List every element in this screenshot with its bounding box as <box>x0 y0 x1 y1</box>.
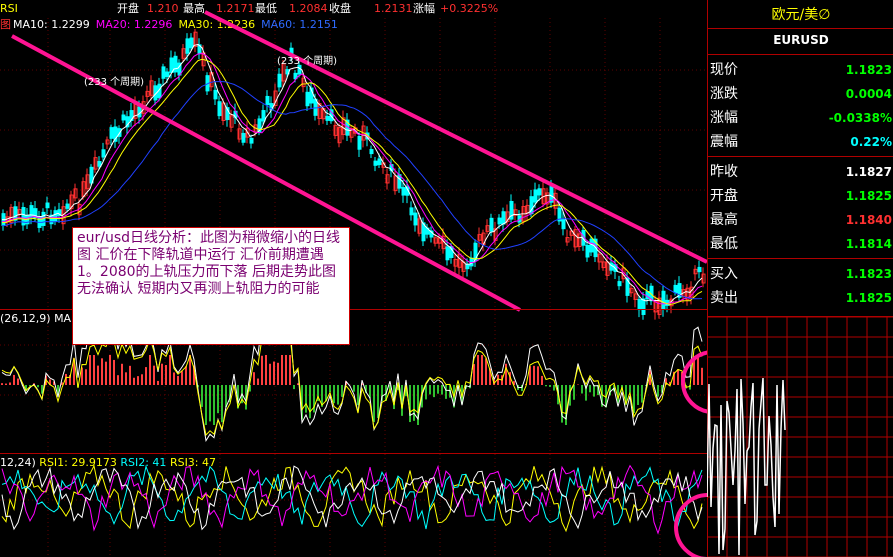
rsi-params: 12,24) <box>0 456 36 469</box>
candle-body <box>261 110 266 122</box>
candle-body <box>53 210 58 222</box>
candle-body <box>45 202 50 209</box>
quote-row: 涨幅 -0.0338% <box>708 106 893 130</box>
quote-row-value: 1.1827 <box>845 165 892 179</box>
quote-row-label: 昨收 <box>710 164 738 180</box>
candle-body <box>409 207 414 216</box>
candle-body <box>325 115 330 121</box>
quote-row-value: -0.0338% <box>828 111 892 125</box>
candle-body <box>445 246 450 261</box>
candle-body <box>489 217 494 232</box>
candle-body <box>501 211 506 225</box>
panel-divider <box>708 156 893 157</box>
period-label-right: (233 个周期) <box>277 56 338 67</box>
quote-row-label: 震幅 <box>710 134 738 150</box>
panel-divider <box>708 28 893 29</box>
candle-body <box>357 136 362 150</box>
quote-row: 涨跌 0.0004 <box>708 82 893 106</box>
quote-row-label: 买入 <box>710 266 738 282</box>
candle-body <box>369 148 374 155</box>
candle-body <box>377 158 382 166</box>
quote-row-value: 1.1840 <box>845 213 892 227</box>
candle-body <box>249 137 254 144</box>
candle-body <box>213 89 218 100</box>
rsi-legend: 12,24) RSI1: 29.9173 RSI2: 41 RSI3: 47 <box>0 456 216 470</box>
macd-label: (26,12,9) MA <box>0 312 72 325</box>
candle-body <box>185 38 190 54</box>
quote-row: 最高 1.1840 <box>708 208 893 232</box>
candle-body <box>373 160 378 166</box>
chart-main-area[interactable]: RSI 开盘 1.210 最高 1.2171 最低 1.2084 收盘 1.21… <box>0 0 707 557</box>
candle-body <box>585 244 590 258</box>
quote-row: 开盘 1.1825 <box>708 184 893 208</box>
quote-row-value: 1.1823 <box>845 63 892 77</box>
candle-body <box>65 203 70 209</box>
tick-chart <box>707 317 893 557</box>
pane-divider-rsi[interactable] <box>0 453 707 454</box>
panel-divider <box>708 258 893 259</box>
candle-body <box>265 95 270 106</box>
quote-row-value: 0.0004 <box>845 87 892 101</box>
candle-body <box>189 37 194 49</box>
candle-body <box>413 212 418 226</box>
candle-body <box>641 298 646 315</box>
candle-body <box>217 101 222 117</box>
candle-body <box>661 290 666 310</box>
quote-row: 卖出 1.1825 <box>708 286 893 310</box>
candle-body <box>617 281 622 287</box>
candle-body <box>589 238 594 253</box>
rsi3-label: RSI3: 47 <box>169 456 217 469</box>
candle-body <box>537 188 542 196</box>
candle-body <box>101 149 106 158</box>
quote-row: 震幅 0.22% <box>708 130 893 154</box>
quote-row-value: 1.1814 <box>845 237 892 251</box>
quote-row-value: 0.22% <box>850 135 892 149</box>
candle-body <box>305 91 310 107</box>
candle-body <box>313 98 318 116</box>
candle-body <box>165 71 170 78</box>
channel-upper-line[interactable] <box>204 10 707 264</box>
candle-body <box>697 266 702 273</box>
candle-body <box>169 57 174 73</box>
candle-body <box>465 264 470 270</box>
rsi-line <box>1 465 703 531</box>
candle-body <box>277 73 282 88</box>
panel-divider <box>708 54 893 55</box>
candle-body <box>161 66 166 79</box>
quote-row-value: 1.1825 <box>845 291 892 305</box>
quote-row-label: 涨跌 <box>710 86 738 102</box>
candle-body <box>121 114 126 121</box>
quote-row: 买入 1.1823 <box>708 262 893 286</box>
candle-body <box>497 217 502 225</box>
instrument-title: 欧元/美∅ <box>771 7 831 23</box>
candle-body <box>533 189 538 203</box>
quote-row-label: 开盘 <box>710 188 738 204</box>
candle-body <box>673 284 678 294</box>
quote-row: 现价 1.1823 <box>708 58 893 82</box>
rsi2-label: RSI2: 41 <box>120 456 167 469</box>
highlight-circle-rsi <box>674 493 707 557</box>
quote-row-label: 最高 <box>710 212 738 228</box>
quote-row-label: 现价 <box>710 62 738 78</box>
quote-row-label: 涨幅 <box>710 110 738 126</box>
rsi1-label: RSI1: 29.9173 <box>39 456 117 469</box>
instrument-code: EURUSD <box>773 33 829 47</box>
candle-body <box>173 55 178 73</box>
candle-body <box>401 187 406 196</box>
quote-row-value: 1.1823 <box>845 267 892 281</box>
tick-line <box>707 377 786 556</box>
candle-body <box>109 127 114 139</box>
rsi-line <box>1 464 703 530</box>
quote-row-label: 卖出 <box>710 290 738 306</box>
candle-body <box>241 132 246 143</box>
quote-row-label: 最低 <box>710 236 738 252</box>
quote-row: 昨收 1.1827 <box>708 160 893 184</box>
rsi-pane <box>1 464 703 535</box>
quote-row: 最低 1.1814 <box>708 232 893 256</box>
quote-row-value: 1.1825 <box>845 189 892 203</box>
analysis-note[interactable]: eur/usd日线分析：此图为稍微缩小的日线图 汇价在下降轨道中运行 汇价前期遭… <box>72 227 350 345</box>
period-label-left: (233 个周期) <box>84 77 145 88</box>
candle-body <box>561 218 566 230</box>
